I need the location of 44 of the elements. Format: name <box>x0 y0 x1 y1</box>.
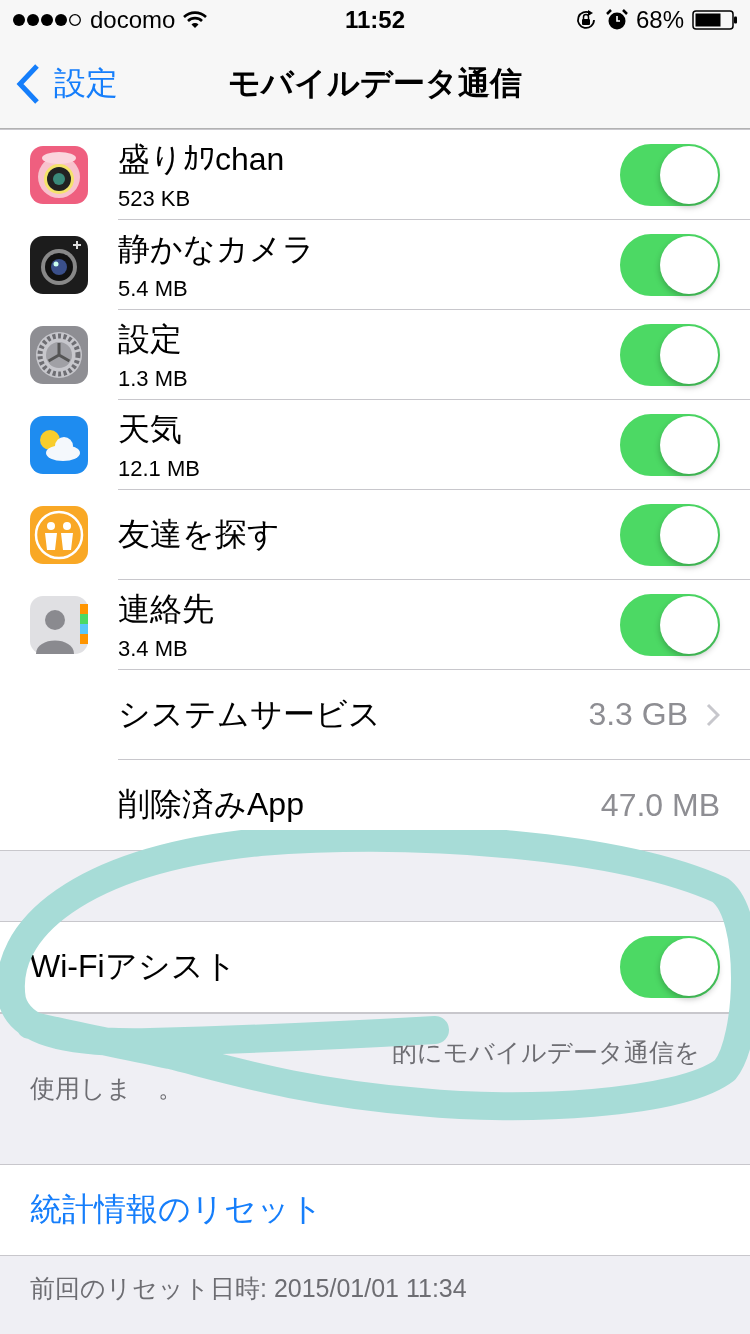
last-reset-date: 前回のリセット日時: 2015/01/01 11:34 <box>29 1273 468 1304</box>
reset-statistics-link[interactable]: 統計情報のリセット <box>30 1188 323 1232</box>
row-label: 削除済みApp <box>118 785 305 824</box>
wifi-icon <box>183 11 208 29</box>
toggle-switch[interactable] <box>620 936 720 998</box>
usage-value: 47.0 MB <box>600 786 720 824</box>
two-people-app-icon <box>30 506 88 564</box>
data-usage: 12.1 MB <box>118 455 201 482</box>
compact-mirror-app-icon <box>30 146 88 204</box>
data-usage: 523 KB <box>118 185 192 212</box>
app-name: 静かなカメラ <box>118 229 316 269</box>
camera-lens-app-icon <box>30 236 88 294</box>
battery-icon <box>692 10 738 30</box>
gear-app-icon <box>30 326 88 384</box>
sun-cloud-app-icon <box>30 416 88 474</box>
app-name: 連絡先 <box>118 589 215 629</box>
toggle-switch[interactable] <box>620 233 720 296</box>
clock-time: 11:52 <box>344 6 406 34</box>
chevron-right-icon <box>706 702 720 727</box>
app-name: 盛りｶﾜchan <box>118 139 286 179</box>
back-chevron-icon <box>16 64 40 104</box>
battery-percent: 68% <box>635 6 684 34</box>
toggle-switch[interactable] <box>620 593 720 656</box>
description-fragment: 。 <box>158 1073 183 1104</box>
screen-title: モバイルデータ通信 <box>228 64 522 103</box>
data-usage: 3.4 MB <box>118 635 189 662</box>
alarm-icon <box>605 9 628 31</box>
toggle-switch[interactable] <box>620 323 720 386</box>
usage-value: 3.3 GB <box>588 696 688 733</box>
toggle-switch[interactable] <box>620 143 720 206</box>
description-fragment: 使用しま <box>30 1073 132 1104</box>
app-name: 設定 <box>118 319 183 359</box>
person-silhouette-app-icon <box>30 596 88 654</box>
data-usage: 1.3 MB <box>118 365 189 392</box>
app-name: 友達を探す <box>118 514 281 554</box>
toggle-switch[interactable] <box>620 503 720 566</box>
setting-label: Wi-Fiアシスト <box>30 947 237 986</box>
back-button[interactable]: 設定 <box>0 62 118 106</box>
app-name: 天気 <box>118 409 183 449</box>
data-usage: 5.4 MB <box>118 275 189 302</box>
toggle-switch[interactable] <box>620 413 720 476</box>
signal-icon <box>12 12 82 28</box>
carrier-name: docomo <box>90 6 176 34</box>
menu-label: システムサービス <box>118 694 382 734</box>
